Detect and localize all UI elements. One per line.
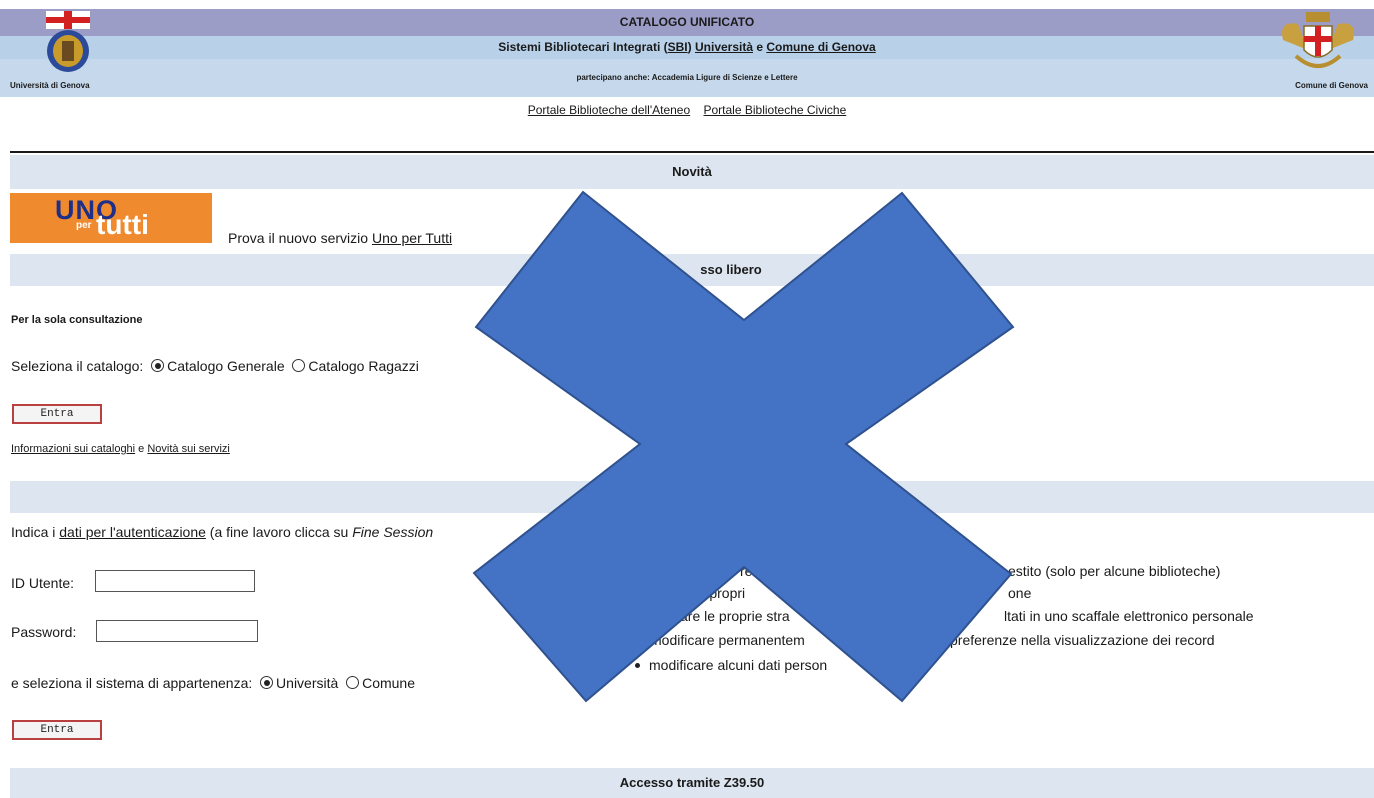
novita-text: Prova il nuovo servizio Uno per Tutti xyxy=(228,230,453,246)
login-button[interactable]: Entra xyxy=(12,720,102,740)
genova-coat-of-arms-icon[interactable] xyxy=(1278,10,1358,76)
portal-links: Portale Biblioteche dell'Ateneo Portale … xyxy=(0,103,1374,117)
catalog-ragazzi-option[interactable]: Catalogo Ragazzi xyxy=(292,358,419,374)
feature-text: one xyxy=(1008,585,1032,601)
sbi-link[interactable]: SBI xyxy=(668,40,688,54)
novita-bar: Novità xyxy=(10,155,1374,189)
free-access-bar: sso libero xyxy=(10,254,1374,286)
comune-caption: Comune di Genova xyxy=(1295,81,1368,90)
uno-per-tutti-banner[interactable]: UNO per tutti xyxy=(10,193,212,243)
header-participants: partecipano anche: Accademia Ligure di S… xyxy=(0,59,1374,97)
service-news-link[interactable]: Novità sui servizi xyxy=(147,443,230,455)
system-comune-radio[interactable] xyxy=(346,676,360,689)
catalog-generale-radio[interactable] xyxy=(151,359,165,372)
password-input[interactable] xyxy=(96,620,258,642)
feature-text: ltati in uno scaffale elettronico person… xyxy=(1004,608,1254,624)
system-comune-option[interactable]: Comune xyxy=(346,675,415,691)
password-label: Password: xyxy=(11,624,77,640)
info-links: Informazioni sui cataloghi e Novità sui … xyxy=(11,443,230,455)
feature-fragment: re i propri xyxy=(686,585,746,601)
catalog-ragazzi-radio[interactable] xyxy=(292,359,306,372)
user-id-input[interactable] xyxy=(95,570,255,592)
uno-per-tutti-link[interactable]: Uno per Tutti xyxy=(372,230,452,246)
portal-ateneo-link[interactable]: Portale Biblioteche dell'Ateneo xyxy=(528,103,690,117)
catalog-selector: Seleziona il catalogo: Catalogo Generale… xyxy=(11,358,419,374)
consultation-heading: Per la sola consultazione xyxy=(11,314,143,326)
enter-catalog-button[interactable]: Entra xyxy=(12,404,102,424)
user-id-label: ID Utente: xyxy=(11,575,75,591)
comune-link[interactable]: Comune di Genova xyxy=(766,40,875,54)
feature-list: modificare alcuni dati person xyxy=(633,654,827,677)
universita-link[interactable]: Università xyxy=(695,40,753,54)
system-universita-option[interactable]: Università xyxy=(260,675,338,691)
feature-text: preferenze nella visualizzazione dei rec… xyxy=(950,632,1215,648)
z3950-bar: Accesso tramite Z39.50 xyxy=(10,768,1374,798)
feature-item: modificare alcuni dati person xyxy=(633,654,827,677)
feature-fragment: modificare permanentem xyxy=(650,632,805,648)
feature-text: estito (solo per alcune biblioteche) xyxy=(1008,563,1221,579)
auth-bar xyxy=(10,481,1374,513)
auth-intro: Indica i dati per l'autenticazione (a fi… xyxy=(11,524,434,540)
header-subtitle: Sistemi Bibliotecari Integrati (SBI) Uni… xyxy=(0,36,1374,59)
feature-fragment: are le proprie stra xyxy=(680,608,790,624)
feature-fragment: re xyxy=(740,563,753,579)
portal-civiche-link[interactable]: Portale Biblioteche Civiche xyxy=(704,103,847,117)
catalog-generale-option[interactable]: Catalogo Generale xyxy=(151,358,285,374)
catalog-info-link[interactable]: Informazioni sui cataloghi xyxy=(11,443,135,455)
auth-data-link[interactable]: dati per l'autenticazione xyxy=(59,524,206,540)
university-caption: Università di Genova xyxy=(10,81,90,90)
header-divider xyxy=(10,151,1374,153)
header-title: CATALOGO UNIFICATO xyxy=(0,9,1374,36)
university-crest-icon[interactable] xyxy=(46,11,90,73)
system-universita-radio[interactable] xyxy=(260,676,274,689)
system-selector: e seleziona il sistema di appartenenza: … xyxy=(11,675,415,691)
